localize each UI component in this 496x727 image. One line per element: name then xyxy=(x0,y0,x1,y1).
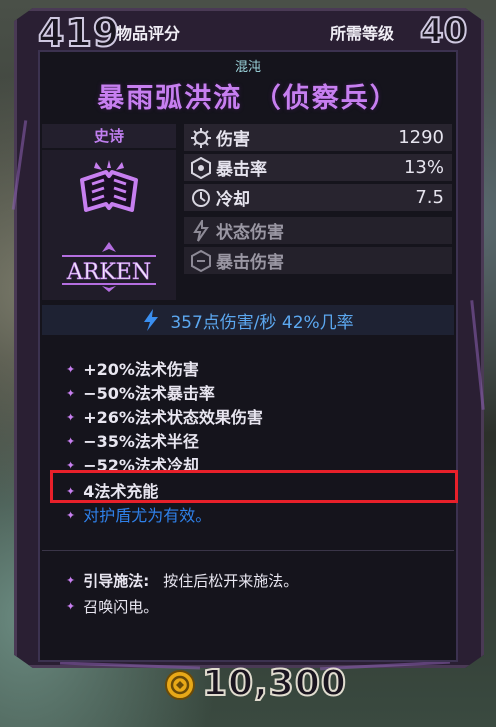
diamond-bullet-icon: ✦ xyxy=(66,509,76,522)
perk-line: ✦ +26%法术状态效果伤害 xyxy=(66,408,263,427)
stat-label: 暴击率 xyxy=(216,160,267,180)
lightning-icon xyxy=(144,309,159,331)
rarity-label: 史诗 xyxy=(42,124,176,148)
cooldown-icon xyxy=(192,188,210,207)
crit-icon xyxy=(191,156,211,179)
perk-line: ✦ −50%法术暴击率 xyxy=(66,384,215,403)
gold-coin-icon xyxy=(165,670,195,700)
perk-line-shield: ✦ 对护盾尤为有效。 xyxy=(66,506,212,525)
required-level-label: 所需等级 xyxy=(330,24,395,43)
element-type: 混沌 xyxy=(234,60,261,75)
crit-damage-icon xyxy=(191,249,211,272)
ability-line: ✦ 引导施法: 按住后松开来施法。 xyxy=(66,572,299,590)
stat-value: 13% xyxy=(403,157,444,178)
stat-value: 7.5 xyxy=(415,187,444,208)
svg-text:ARKEN: ARKEN xyxy=(66,260,151,285)
perk-line: ✦ −35%法术半径 xyxy=(66,432,199,451)
stat-label: 冷却 xyxy=(216,190,250,210)
stat-row-cooldown: 冷却 7.5 xyxy=(184,184,452,211)
diamond-bullet-icon: ✦ xyxy=(66,363,76,376)
status-damage-icon xyxy=(193,219,209,242)
diamond-bullet-icon: ✦ xyxy=(66,411,76,424)
stat-row-crit-damage: 暴击伤害 xyxy=(184,247,452,274)
diamond-bullet-icon: ✦ xyxy=(66,574,76,587)
stat-value: 1290 xyxy=(398,127,444,148)
stat-row-status-damage: 状态伤害 xyxy=(184,217,452,244)
item-name: 暴雨弧洪流 （侦察兵） xyxy=(97,83,399,114)
damage-icon xyxy=(191,127,211,148)
diamond-bullet-icon: ✦ xyxy=(66,387,76,400)
item-score: 419 xyxy=(37,11,121,55)
item-score-label: 物品评分 xyxy=(116,24,181,43)
stat-row-crit: 暴击率 13% xyxy=(184,154,452,181)
highlight-box xyxy=(50,470,458,503)
manufacturer-logo: ARKEN xyxy=(62,242,156,292)
stat-label: 状态伤害 xyxy=(216,223,284,243)
diamond-bullet-icon: ✦ xyxy=(66,435,76,448)
stat-row-damage: 伤害 1290 xyxy=(184,124,452,151)
perk-line: ✦ +20%法术伤害 xyxy=(66,360,199,379)
elemental-dps-bar: 357点伤害/秒 42%几率 xyxy=(42,305,454,335)
item-price: 10,300 xyxy=(201,663,347,704)
elemental-dps-text: 357点伤害/秒 42%几率 xyxy=(170,312,354,333)
ability-line: ✦ 召唤闪电。 xyxy=(66,598,159,616)
diamond-bullet-icon: ✦ xyxy=(66,600,76,613)
spellbook-icon xyxy=(80,160,138,212)
stat-label: 伤害 xyxy=(216,130,250,150)
required-level: 40 xyxy=(419,11,468,51)
section-divider xyxy=(42,550,454,551)
stat-label: 暴击伤害 xyxy=(216,253,284,273)
